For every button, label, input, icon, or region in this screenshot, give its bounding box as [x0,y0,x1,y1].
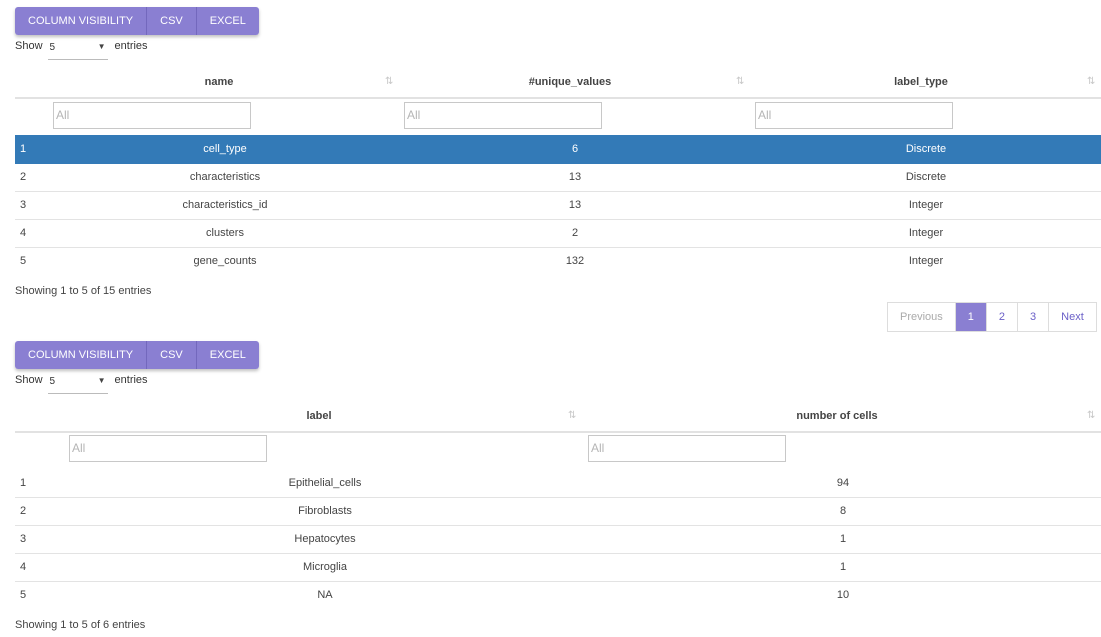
cell-name: clusters [206,227,244,239]
cell-unique-values: 6 [571,143,579,155]
table2-header: label ⇅ number of cells ⇅ [15,401,1101,433]
filter-input-unique-values[interactable]: All [404,102,602,129]
cell-label: Microglia [302,561,347,573]
table-row[interactable]: 1 cell_type 6 Discrete [15,135,1101,164]
excel-button[interactable]: EXCEL [196,341,259,369]
filter-input-name[interactable]: All [53,102,251,129]
pagination: Previous 1 2 3 Next [887,302,1097,332]
show-label: Show [15,374,43,386]
sort-arrows-icon[interactable]: ⇅ [1087,67,1095,97]
table-row[interactable]: 3 characteristics_id 13 Integer [15,191,1101,220]
table-row[interactable]: 3 Hepatocytes 1 [15,525,1101,554]
csv-button[interactable]: CSV [147,7,197,35]
cell-label: Hepatocytes [294,533,356,545]
column-header-name[interactable]: name [15,67,423,97]
table2-length-control: Show 5 ▼ entries [15,374,148,396]
table-row[interactable]: 1 Epithelial_cells 94 [15,469,1101,498]
show-label: Show [15,40,43,52]
sort-arrows-icon[interactable]: ⇅ [1087,401,1095,431]
cell-unique-values: 2 [571,227,579,239]
table-info: Showing 1 to 5 of 6 entries [15,619,146,631]
previous-page-button[interactable]: Previous [888,303,956,331]
entries-label: entries [114,374,148,386]
cell-number-of-cells: 8 [839,505,847,517]
cell-name: gene_counts [193,255,257,267]
column-header-label-type[interactable]: label_type [715,67,1101,97]
column-header-unique-values[interactable]: #unique_values [365,67,775,97]
cell-label: Epithelial_cells [288,477,362,489]
cell-unique-values: 13 [568,171,582,183]
entries-label: entries [114,40,148,52]
cell-name: characteristics_id [182,199,268,211]
cell-unique-values: 132 [565,255,585,267]
cell-label: NA [317,589,333,601]
csv-button[interactable]: CSV [147,341,197,369]
page-size-select[interactable]: 5 ▼ [47,40,108,60]
excel-button[interactable]: EXCEL [196,7,259,35]
cell-label-type: Discrete [905,171,947,183]
table-row[interactable]: 5 gene_counts 132 Integer [15,247,1101,275]
filter-input-label[interactable]: All [69,435,267,462]
column-header-label[interactable]: label [15,401,623,431]
cell-label-type: Discrete [905,143,947,155]
table-row[interactable]: 4 clusters 2 Integer [15,219,1101,248]
cell-number-of-cells: 1 [839,561,847,573]
table-row[interactable]: 5 NA 10 [15,581,1101,609]
table1-panel: COLUMN VISIBILITY CSV EXCEL Show 5 ▼ ent… [15,7,1101,337]
caret-down-icon: ▼ [97,376,106,385]
page-size-value: 5 [49,42,56,53]
cell-number-of-cells: 10 [836,589,850,601]
cell-label-type: Integer [908,227,944,239]
page-3-button[interactable]: 3 [1018,303,1050,331]
column-visibility-button[interactable]: COLUMN VISIBILITY [15,341,148,369]
table2-export-buttons: COLUMN VISIBILITY CSV EXCEL [15,341,259,369]
table2-panel: COLUMN VISIBILITY CSV EXCEL Show 5 ▼ ent… [15,341,1101,637]
page-1-button[interactable]: 1 [955,303,987,331]
cell-number-of-cells: 94 [836,477,850,489]
table-row[interactable]: 2 Fibroblasts 8 [15,497,1101,526]
cell-label-type: Integer [908,199,944,211]
cell-number-of-cells: 1 [839,533,847,545]
page-size-select[interactable]: 5 ▼ [47,374,108,394]
filter-input-number-of-cells[interactable]: All [588,435,786,462]
column-visibility-button[interactable]: COLUMN VISIBILITY [15,7,148,35]
caret-down-icon: ▼ [97,42,106,51]
table-row[interactable]: 2 characteristics 13 Discrete [15,163,1101,192]
cell-name: characteristics [189,171,261,183]
page-size-value: 5 [49,376,56,387]
cell-label-type: Integer [908,255,944,267]
table-row[interactable]: 4 Microglia 1 [15,553,1101,582]
cell-unique-values: 13 [568,199,582,211]
page-2-button[interactable]: 2 [987,303,1019,331]
table1-header: name ⇅ #unique_values ⇅ label_type ⇅ [15,67,1101,99]
cell-name: cell_type [203,143,247,155]
next-page-button[interactable]: Next [1049,303,1096,331]
cell-label: Fibroblasts [298,505,352,517]
filter-input-label-type[interactable]: All [755,102,953,129]
table1-length-control: Show 5 ▼ entries [15,40,148,62]
table1-export-buttons: COLUMN VISIBILITY CSV EXCEL [15,7,259,35]
column-header-number-of-cells[interactable]: number of cells [575,401,1099,431]
table-info: Showing 1 to 5 of 15 entries [15,285,152,297]
